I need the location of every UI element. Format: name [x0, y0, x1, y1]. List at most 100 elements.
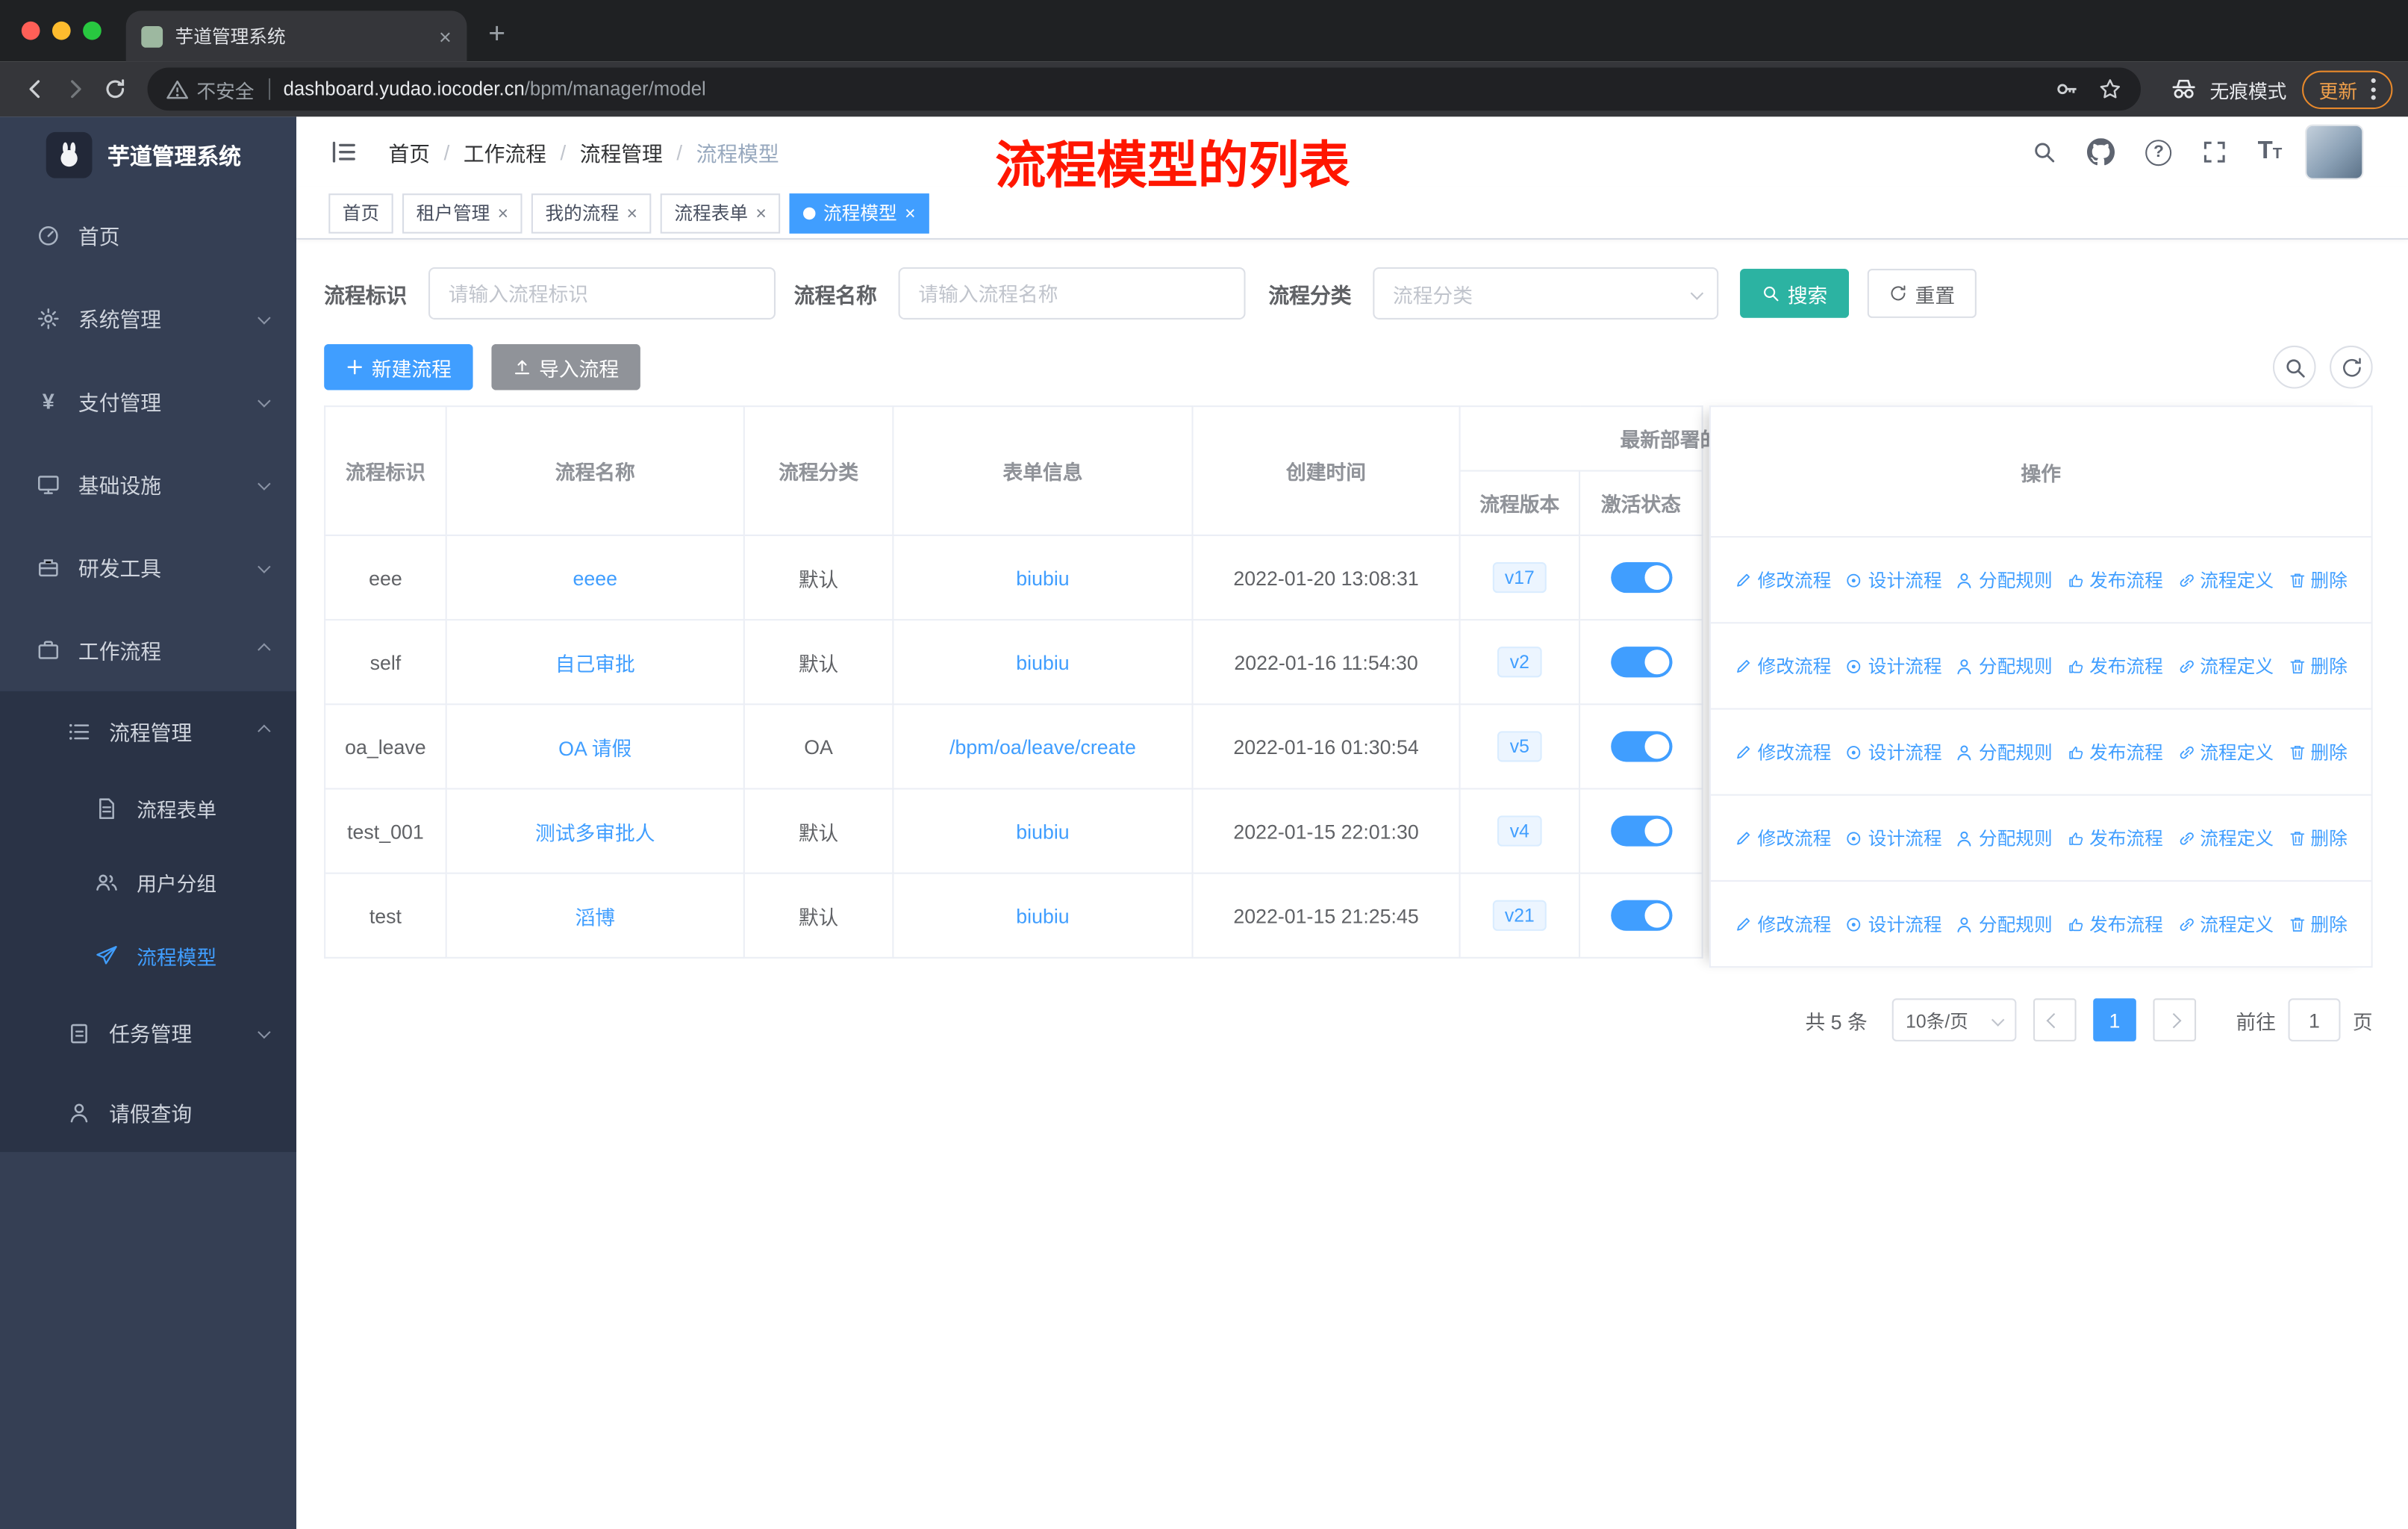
process-name-link[interactable]: OA 请假 — [558, 737, 631, 760]
refresh-table-button[interactable] — [2330, 345, 2373, 389]
address-bar[interactable]: 不安全 dashboard.yudao.iocoder.cn /bpm/mana… — [147, 67, 2141, 111]
help-button[interactable]: ? — [2145, 139, 2172, 166]
tab-close-icon[interactable]: × — [439, 25, 452, 47]
sidebar-item-home[interactable]: 首页 — [0, 193, 296, 276]
sidebar-item-user-group[interactable]: 用户分组 — [0, 845, 296, 919]
search-button[interactable]: 搜索 — [1740, 269, 1850, 318]
status-toggle[interactable] — [1610, 647, 1672, 678]
op-delete-link[interactable]: 删除 — [2288, 911, 2348, 937]
form-link[interactable]: biubiu — [1016, 566, 1069, 589]
breadcrumb-workflow[interactable]: 工作流程 — [464, 137, 546, 167]
form-link[interactable]: biubiu — [1016, 650, 1069, 673]
op-assign-link[interactable]: 分配规则 — [1956, 825, 2053, 851]
sidebar-item-process-management[interactable]: 流程管理 — [0, 691, 296, 771]
op-edit-link[interactable]: 修改流程 — [1735, 825, 1831, 851]
op-assign-link[interactable]: 分配规则 — [1956, 739, 2053, 765]
form-link[interactable]: /bpm/oa/leave/create — [949, 735, 1136, 758]
process-name-input[interactable] — [898, 267, 1246, 320]
close-icon[interactable]: × — [498, 204, 508, 222]
op-delete-link[interactable]: 删除 — [2288, 825, 2348, 851]
op-assign-link[interactable]: 分配规则 — [1956, 911, 2053, 937]
op-publish-link[interactable]: 发布流程 — [2066, 825, 2163, 851]
fullscreen-button[interactable] — [2203, 140, 2227, 164]
op-design-link[interactable]: 设计流程 — [1845, 911, 1942, 937]
close-icon[interactable]: × — [627, 204, 637, 222]
back-button[interactable] — [16, 69, 55, 109]
op-delete-link[interactable]: 删除 — [2288, 653, 2348, 679]
process-name-link[interactable]: eeee — [573, 566, 617, 589]
create-process-button[interactable]: 新建流程 — [324, 343, 473, 390]
op-design-link[interactable]: 设计流程 — [1845, 739, 1942, 765]
font-size-button[interactable]: TT — [2258, 139, 2283, 164]
op-edit-link[interactable]: 修改流程 — [1735, 567, 1831, 593]
goto-page-input[interactable] — [2288, 998, 2341, 1041]
sidebar-item-payment[interactable]: ¥ 支付管理 — [0, 359, 296, 442]
close-icon[interactable]: × — [905, 204, 915, 222]
op-edit-link[interactable]: 修改流程 — [1735, 653, 1831, 679]
status-toggle[interactable] — [1610, 900, 1672, 931]
op-edit-link[interactable]: 修改流程 — [1735, 739, 1831, 765]
process-name-link[interactable]: 测试多审批人 — [535, 821, 655, 844]
breadcrumb-home[interactable]: 首页 — [389, 137, 431, 167]
op-publish-link[interactable]: 发布流程 — [2066, 911, 2163, 937]
prev-page-button[interactable] — [2033, 998, 2077, 1041]
browser-update-button[interactable]: 更新 — [2302, 69, 2393, 109]
tag-process-form[interactable]: 流程表单 × — [660, 193, 781, 233]
toggle-search-button[interactable] — [2272, 345, 2316, 389]
next-page-button[interactable] — [2153, 998, 2197, 1041]
op-design-link[interactable]: 设计流程 — [1845, 653, 1942, 679]
tag-my-process[interactable]: 我的流程 × — [531, 193, 652, 233]
close-icon[interactable]: × — [755, 204, 766, 222]
browser-menu-icon[interactable] — [2371, 78, 2376, 100]
op-definition-link[interactable]: 流程定义 — [2177, 739, 2274, 765]
process-key-input[interactable] — [428, 267, 776, 320]
security-indicator[interactable]: 不安全 — [166, 75, 255, 104]
op-definition-link[interactable]: 流程定义 — [2177, 911, 2274, 937]
forward-button[interactable] — [55, 69, 95, 109]
op-definition-link[interactable]: 流程定义 — [2177, 653, 2274, 679]
new-tab-button[interactable]: + — [488, 20, 505, 49]
process-category-select[interactable]: 流程分类 — [1373, 267, 1719, 320]
op-publish-link[interactable]: 发布流程 — [2066, 567, 2163, 593]
reload-button[interactable] — [96, 69, 135, 109]
page-size-select[interactable]: 10条/页 — [1891, 998, 2017, 1041]
github-button[interactable] — [2087, 138, 2115, 166]
window-close-button[interactable] — [21, 21, 40, 40]
browser-tab[interactable]: 芋道管理系统 × — [125, 10, 467, 62]
sidebar-item-task-management[interactable]: 任务管理 — [0, 992, 296, 1072]
password-key-button[interactable] — [2055, 77, 2080, 102]
form-link[interactable]: biubiu — [1016, 904, 1069, 927]
form-link[interactable]: biubiu — [1016, 820, 1069, 843]
op-definition-link[interactable]: 流程定义 — [2177, 567, 2274, 593]
avatar[interactable] — [2306, 125, 2362, 178]
import-process-button[interactable]: 导入流程 — [491, 343, 641, 390]
tag-process-model[interactable]: 流程模型 × — [789, 193, 930, 233]
tag-home[interactable]: 首页 — [328, 193, 393, 233]
status-toggle[interactable] — [1610, 562, 1672, 594]
status-toggle[interactable] — [1610, 815, 1672, 847]
op-delete-link[interactable]: 删除 — [2288, 739, 2348, 765]
sidebar-item-process-model[interactable]: 流程模型 — [0, 918, 296, 992]
page-1-button[interactable]: 1 — [2093, 998, 2136, 1041]
sidebar-item-devtools[interactable]: 研发工具 — [0, 526, 296, 608]
process-name-link[interactable]: 滔博 — [575, 906, 615, 929]
op-edit-link[interactable]: 修改流程 — [1735, 911, 1831, 937]
sidebar-toggle-button[interactable] — [330, 138, 358, 166]
process-name-link[interactable]: 自己审批 — [555, 652, 635, 675]
op-assign-link[interactable]: 分配规则 — [1956, 653, 2053, 679]
window-zoom-button[interactable] — [83, 21, 102, 40]
tag-tenant-management[interactable]: 租户管理 × — [402, 193, 523, 233]
sidebar-item-system[interactable]: 系统管理 — [0, 276, 296, 359]
reset-button[interactable]: 重置 — [1867, 269, 1977, 318]
window-minimize-button[interactable] — [52, 21, 71, 40]
status-toggle[interactable] — [1610, 731, 1672, 762]
sidebar-item-infrastructure[interactable]: 基础设施 — [0, 443, 296, 526]
sidebar-item-process-form[interactable]: 流程表单 — [0, 771, 296, 845]
op-publish-link[interactable]: 发布流程 — [2066, 739, 2163, 765]
sidebar-item-workflow[interactable]: 工作流程 — [0, 608, 296, 691]
breadcrumb-process-management[interactable]: 流程管理 — [580, 137, 663, 167]
sidebar-item-leave-query[interactable]: 请假查询 — [0, 1072, 296, 1152]
op-definition-link[interactable]: 流程定义 — [2177, 825, 2274, 851]
op-publish-link[interactable]: 发布流程 — [2066, 653, 2163, 679]
op-delete-link[interactable]: 删除 — [2288, 567, 2348, 593]
